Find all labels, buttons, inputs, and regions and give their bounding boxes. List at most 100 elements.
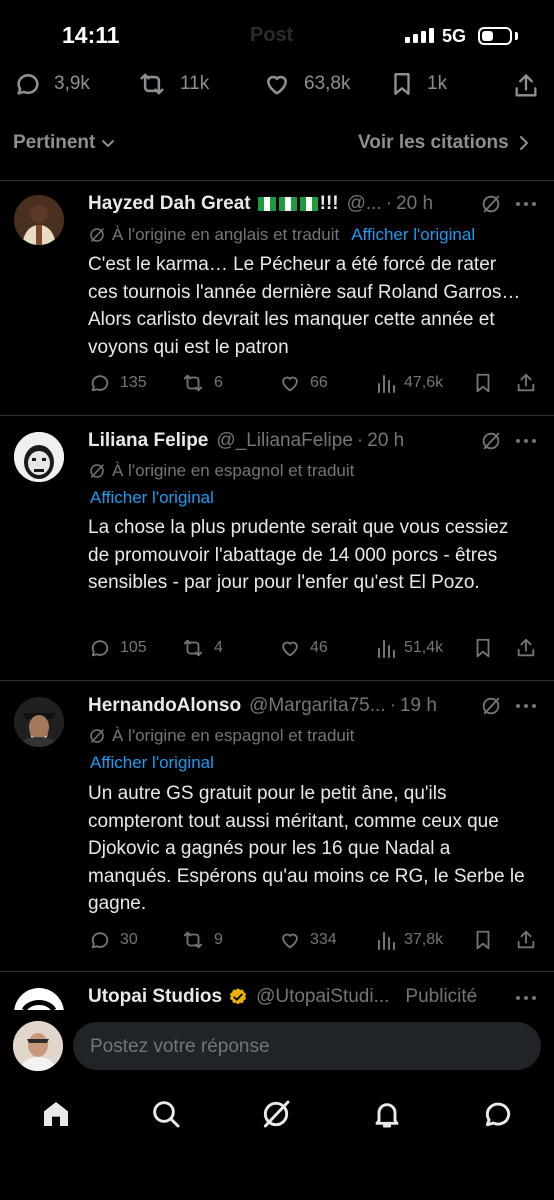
chevron-down-icon: [102, 140, 115, 147]
avatar[interactable]: [14, 432, 64, 482]
stat-bookmarks[interactable]: 1k: [389, 70, 447, 98]
stat-replies[interactable]: 3,9k: [14, 70, 90, 98]
bookmark-icon[interactable]: [472, 929, 494, 951]
translation-row: À l'origine en espagnol et traduit: [88, 461, 354, 481]
repost-count: 9: [214, 931, 223, 948]
reply-text: C'est le karma… Le Pécheur a été forcé d…: [88, 254, 521, 358]
author-name[interactable]: HernandoAlonso: [88, 695, 241, 717]
show-original-link[interactable]: Afficher l'original: [90, 488, 214, 508]
reply-header: Liliana Felipe @_LilianaFelipe · 20 h: [88, 430, 405, 452]
translate-icon: [90, 228, 104, 242]
author-handle[interactable]: @UtopaiStudi...: [256, 986, 389, 1008]
avatar[interactable]: [14, 697, 64, 747]
reply-action[interactable]: 105: [88, 637, 147, 659]
translation-note: À l'origine en espagnol et traduit: [112, 726, 355, 745]
view-quotes-link[interactable]: Voir les citations: [358, 132, 529, 154]
bookmark-icon[interactable]: [472, 372, 494, 394]
like-count: 334: [310, 931, 337, 948]
heart-icon: [282, 933, 298, 949]
reply-icon: [91, 375, 109, 392]
views-icon: [378, 932, 395, 950]
ad-header: Utopai Studios @UtopaiStudi... Publicité: [88, 986, 477, 1008]
ad-label: Publicité: [405, 986, 478, 1007]
grok-icon[interactable]: [480, 430, 502, 452]
nav-home[interactable]: [40, 1098, 72, 1130]
nav-notifications[interactable]: [371, 1098, 403, 1130]
reply-count: 105: [120, 639, 147, 656]
stat-replies-count: 3,9k: [54, 73, 90, 94]
share-icon[interactable]: [515, 637, 537, 659]
repost-action[interactable]: 4: [180, 637, 223, 659]
heart-icon: [266, 75, 288, 95]
nav-search[interactable]: [150, 1098, 182, 1130]
grok-icon[interactable]: [480, 193, 502, 215]
translation-row: À l'origine en anglais et traduit Affich…: [88, 225, 475, 245]
repost-action[interactable]: 6: [180, 372, 223, 394]
repost-icon: [183, 374, 203, 392]
repost-icon: [183, 931, 203, 949]
author-handle[interactable]: @Margarita75...: [249, 695, 386, 717]
divider: [0, 680, 554, 681]
like-action[interactable]: 46: [278, 637, 328, 659]
battery-tip: [515, 32, 518, 40]
stat-likes-count: 63,8k: [304, 73, 351, 94]
author-handle[interactable]: @_LilianaFelipe: [216, 430, 353, 452]
stat-reposts[interactable]: 11k: [136, 70, 209, 98]
author-name[interactable]: Hayzed Dah Great: [88, 193, 251, 215]
view-quotes-label: Voir les citations: [358, 132, 509, 153]
avatar[interactable]: [14, 195, 64, 245]
avatar[interactable]: [14, 988, 64, 1010]
views-action[interactable]: 37,8k: [376, 929, 443, 951]
more-icon[interactable]: [514, 194, 538, 214]
stat-reposts-count: 11k: [180, 73, 210, 94]
home-icon: [44, 1102, 68, 1126]
sort-label: Pertinent: [13, 132, 96, 153]
more-icon[interactable]: [514, 696, 538, 716]
reply-action[interactable]: 30: [88, 929, 138, 951]
translation-note: À l'origine en espagnol et traduit: [112, 461, 355, 480]
views-action[interactable]: 51,4k: [376, 637, 443, 659]
more-icon[interactable]: [514, 988, 538, 1008]
bookmark-icon[interactable]: [472, 637, 494, 659]
user-avatar[interactable]: [13, 1021, 63, 1071]
nav-messages[interactable]: [482, 1098, 514, 1130]
reply-icon: [17, 74, 39, 95]
views-icon: [378, 640, 395, 658]
message-icon: [485, 1102, 511, 1127]
reply-icon: [91, 932, 109, 949]
views-action[interactable]: 47,6k: [376, 372, 443, 394]
reply-text: Un autre GS gratuit pour le petit âne, q…: [88, 783, 525, 914]
stat-likes[interactable]: 63,8k: [262, 70, 350, 98]
reply-count: 135: [120, 374, 147, 391]
more-icon[interactable]: [514, 431, 538, 451]
repost-count: 4: [214, 639, 223, 656]
share-icon[interactable]: [515, 929, 537, 951]
views-count: 37,8k: [404, 931, 444, 948]
reply-header: HernandoAlonso @Margarita75... · 19 h: [88, 695, 437, 717]
reply-time: 20 h: [367, 430, 405, 451]
like-action[interactable]: 334: [278, 929, 337, 951]
author-handle[interactable]: @...: [347, 193, 382, 215]
like-count: 46: [310, 639, 328, 656]
translation-note: À l'origine en anglais et traduit: [112, 225, 340, 244]
like-action[interactable]: 66: [278, 372, 328, 394]
search-icon: [153, 1101, 180, 1128]
sort-dropdown[interactable]: Pertinent: [13, 132, 115, 154]
share-icon[interactable]: [515, 372, 537, 394]
chevron-right-icon: [519, 136, 528, 150]
translation-row: À l'origine en espagnol et traduit: [88, 726, 354, 746]
repost-action[interactable]: 9: [180, 929, 223, 951]
show-original-link[interactable]: Afficher l'original: [90, 753, 214, 773]
nav-grok[interactable]: [260, 1098, 292, 1130]
reply-time: 19 h: [399, 695, 437, 716]
reply-composer-input[interactable]: Postez votre réponse: [73, 1022, 541, 1070]
author-name[interactable]: Liliana Felipe: [88, 430, 208, 452]
translate-icon: [90, 464, 104, 478]
reply-action[interactable]: 135: [88, 372, 147, 394]
grok-icon[interactable]: [480, 695, 502, 717]
views-count: 51,4k: [404, 639, 444, 656]
views-icon: [378, 375, 395, 393]
share-icon[interactable]: [512, 72, 540, 100]
author-name[interactable]: Utopai Studios: [88, 986, 222, 1008]
show-original-link[interactable]: Afficher l'original: [351, 225, 475, 245]
